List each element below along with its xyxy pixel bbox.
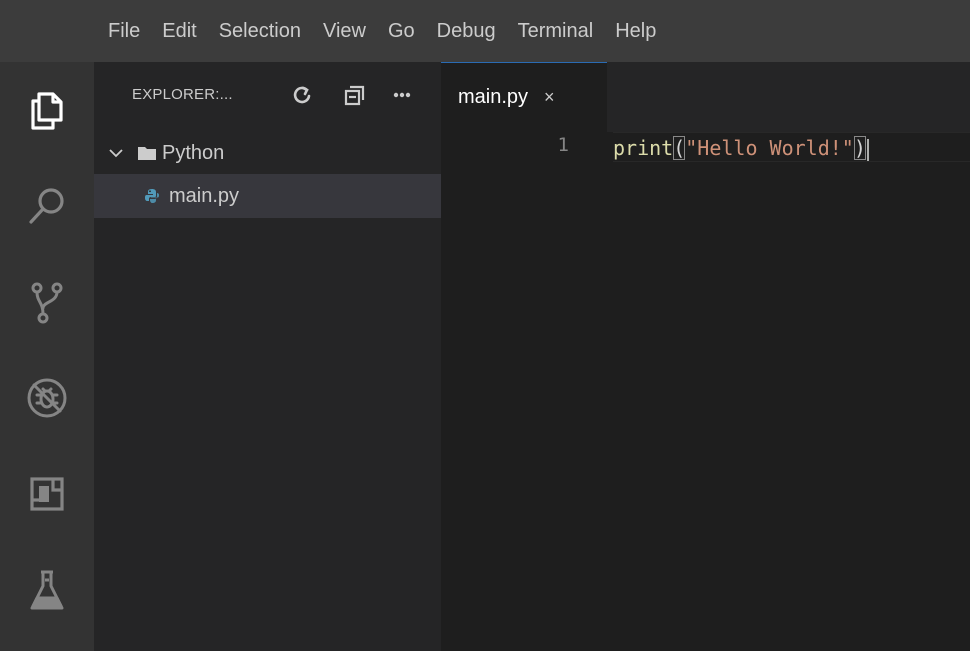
explorer-sidebar: EXPLORER:... Python main.py [94, 62, 441, 651]
code-close-paren: ) [853, 136, 866, 160]
tree-folder-python[interactable]: Python [94, 132, 441, 174]
tree-file-main-py[interactable]: main.py [94, 174, 441, 218]
menu-file[interactable]: File [97, 0, 151, 62]
chevron-down-icon [109, 149, 123, 158]
explorer-icon[interactable] [0, 62, 94, 158]
collapse-all-icon[interactable] [340, 80, 370, 110]
debug-icon[interactable] [0, 350, 94, 446]
folder-icon [138, 147, 156, 160]
menu-debug[interactable]: Debug [426, 0, 507, 62]
python-file-icon [145, 189, 159, 203]
folder-label: Python [162, 141, 225, 164]
sidebar-title: EXPLORER:... [132, 86, 233, 103]
text-cursor [866, 138, 869, 161]
close-icon[interactable]: × [544, 87, 555, 108]
file-label: main.py [169, 184, 240, 207]
menu-go[interactable]: Go [377, 0, 426, 62]
menu-view[interactable]: View [312, 0, 377, 62]
search-icon[interactable] [0, 158, 94, 254]
code-line[interactable]: print("Hello World!") [613, 132, 970, 162]
code-editor[interactable]: 1 print("Hello World!") [441, 132, 970, 651]
more-icon[interactable] [387, 80, 417, 110]
code-function-token: print [613, 136, 674, 160]
tab-main-py[interactable]: main.py × [441, 62, 607, 132]
code-open-paren: ( [673, 136, 686, 160]
source-control-icon[interactable] [0, 254, 94, 350]
menu-help[interactable]: Help [604, 0, 667, 62]
refresh-icon[interactable] [287, 80, 317, 110]
sidebar-header: EXPLORER:... [94, 62, 441, 132]
editor-tab-bar: main.py × [441, 62, 970, 132]
test-flask-icon[interactable] [0, 542, 94, 638]
tab-label: main.py [458, 86, 529, 108]
menu-selection[interactable]: Selection [208, 0, 312, 62]
line-number: 1 [557, 134, 569, 156]
menu-bar: File Edit Selection View Go Debug Termin… [0, 0, 970, 62]
menu-edit[interactable]: Edit [151, 0, 207, 62]
extensions-icon[interactable] [0, 446, 94, 542]
code-string-token: "Hello World!" [685, 136, 854, 160]
menu-terminal[interactable]: Terminal [507, 0, 605, 62]
activity-bar [0, 62, 94, 651]
